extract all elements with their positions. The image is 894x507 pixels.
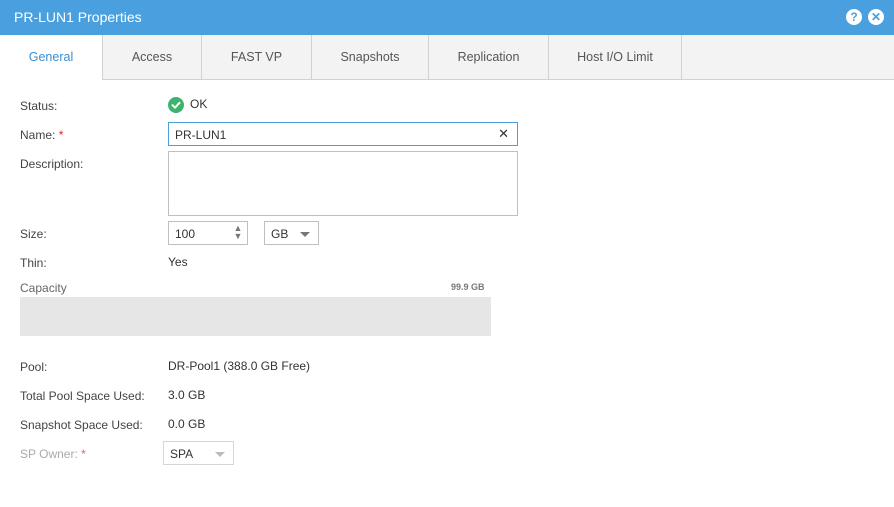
status-value: OK <box>190 97 208 111</box>
required-marker: * <box>81 447 86 461</box>
thin-label: Thin: <box>20 256 47 270</box>
description-label: Description: <box>20 157 84 171</box>
capacity-label: Capacity <box>20 281 67 295</box>
name-value: PR-LUN1 <box>175 128 227 142</box>
tab-fast-vp[interactable]: FAST VP <box>202 35 312 79</box>
size-unit-value: GB <box>271 227 289 241</box>
sp-owner-select[interactable]: SPA <box>163 441 234 465</box>
help-icon[interactable]: ? <box>846 9 862 25</box>
size-stepper[interactable]: 100 ▲ ▼ <box>168 221 248 245</box>
chevron-down-icon <box>300 232 310 237</box>
size-label: Size: <box>20 227 47 241</box>
pool-label: Pool: <box>20 360 48 374</box>
check-circle-icon <box>168 97 184 113</box>
name-label-text: Name: <box>20 128 56 142</box>
total-pool-label: Total Pool Space Used: <box>20 389 145 403</box>
size-unit-select[interactable]: GB <box>264 221 319 245</box>
close-icon[interactable]: ✕ <box>868 9 884 25</box>
sp-owner-value: SPA <box>170 447 194 461</box>
name-field[interactable]: PR-LUN1 ✕ <box>168 122 518 146</box>
tab-bar: General Access FAST VP Snapshots Replica… <box>0 35 894 80</box>
status-label: Status: <box>20 99 58 113</box>
name-label: Name: * <box>20 128 63 142</box>
tab-access[interactable]: Access <box>103 35 202 79</box>
sp-owner-label: SP Owner: * <box>20 447 86 461</box>
capacity-value: 99.9 GB <box>451 282 485 292</box>
clear-icon[interactable]: ✕ <box>498 126 509 142</box>
total-pool-value: 3.0 GB <box>168 388 206 402</box>
description-field[interactable] <box>168 151 518 216</box>
capacity-bar <box>20 297 491 336</box>
title-bar: PR-LUN1 Properties ? ✕ <box>0 0 894 35</box>
size-value: 100 <box>175 227 196 241</box>
tab-general[interactable]: General <box>0 35 103 80</box>
chevron-down-icon <box>215 452 225 457</box>
dialog-title: PR-LUN1 Properties <box>14 9 142 25</box>
snapshot-space-value: 0.0 GB <box>168 417 206 431</box>
tab-replication[interactable]: Replication <box>429 35 549 79</box>
required-marker: * <box>58 128 64 142</box>
pool-value: DR-Pool1 (388.0 GB Free) <box>168 359 311 373</box>
tab-snapshots[interactable]: Snapshots <box>312 35 429 79</box>
sp-owner-label-text: SP Owner: <box>20 447 78 461</box>
thin-value: Yes <box>168 255 188 269</box>
snapshot-space-label: Snapshot Space Used: <box>20 418 143 432</box>
spinner-arrows-icon[interactable]: ▲ ▼ <box>233 224 243 242</box>
tab-host-io-limit[interactable]: Host I/O Limit <box>549 35 682 79</box>
